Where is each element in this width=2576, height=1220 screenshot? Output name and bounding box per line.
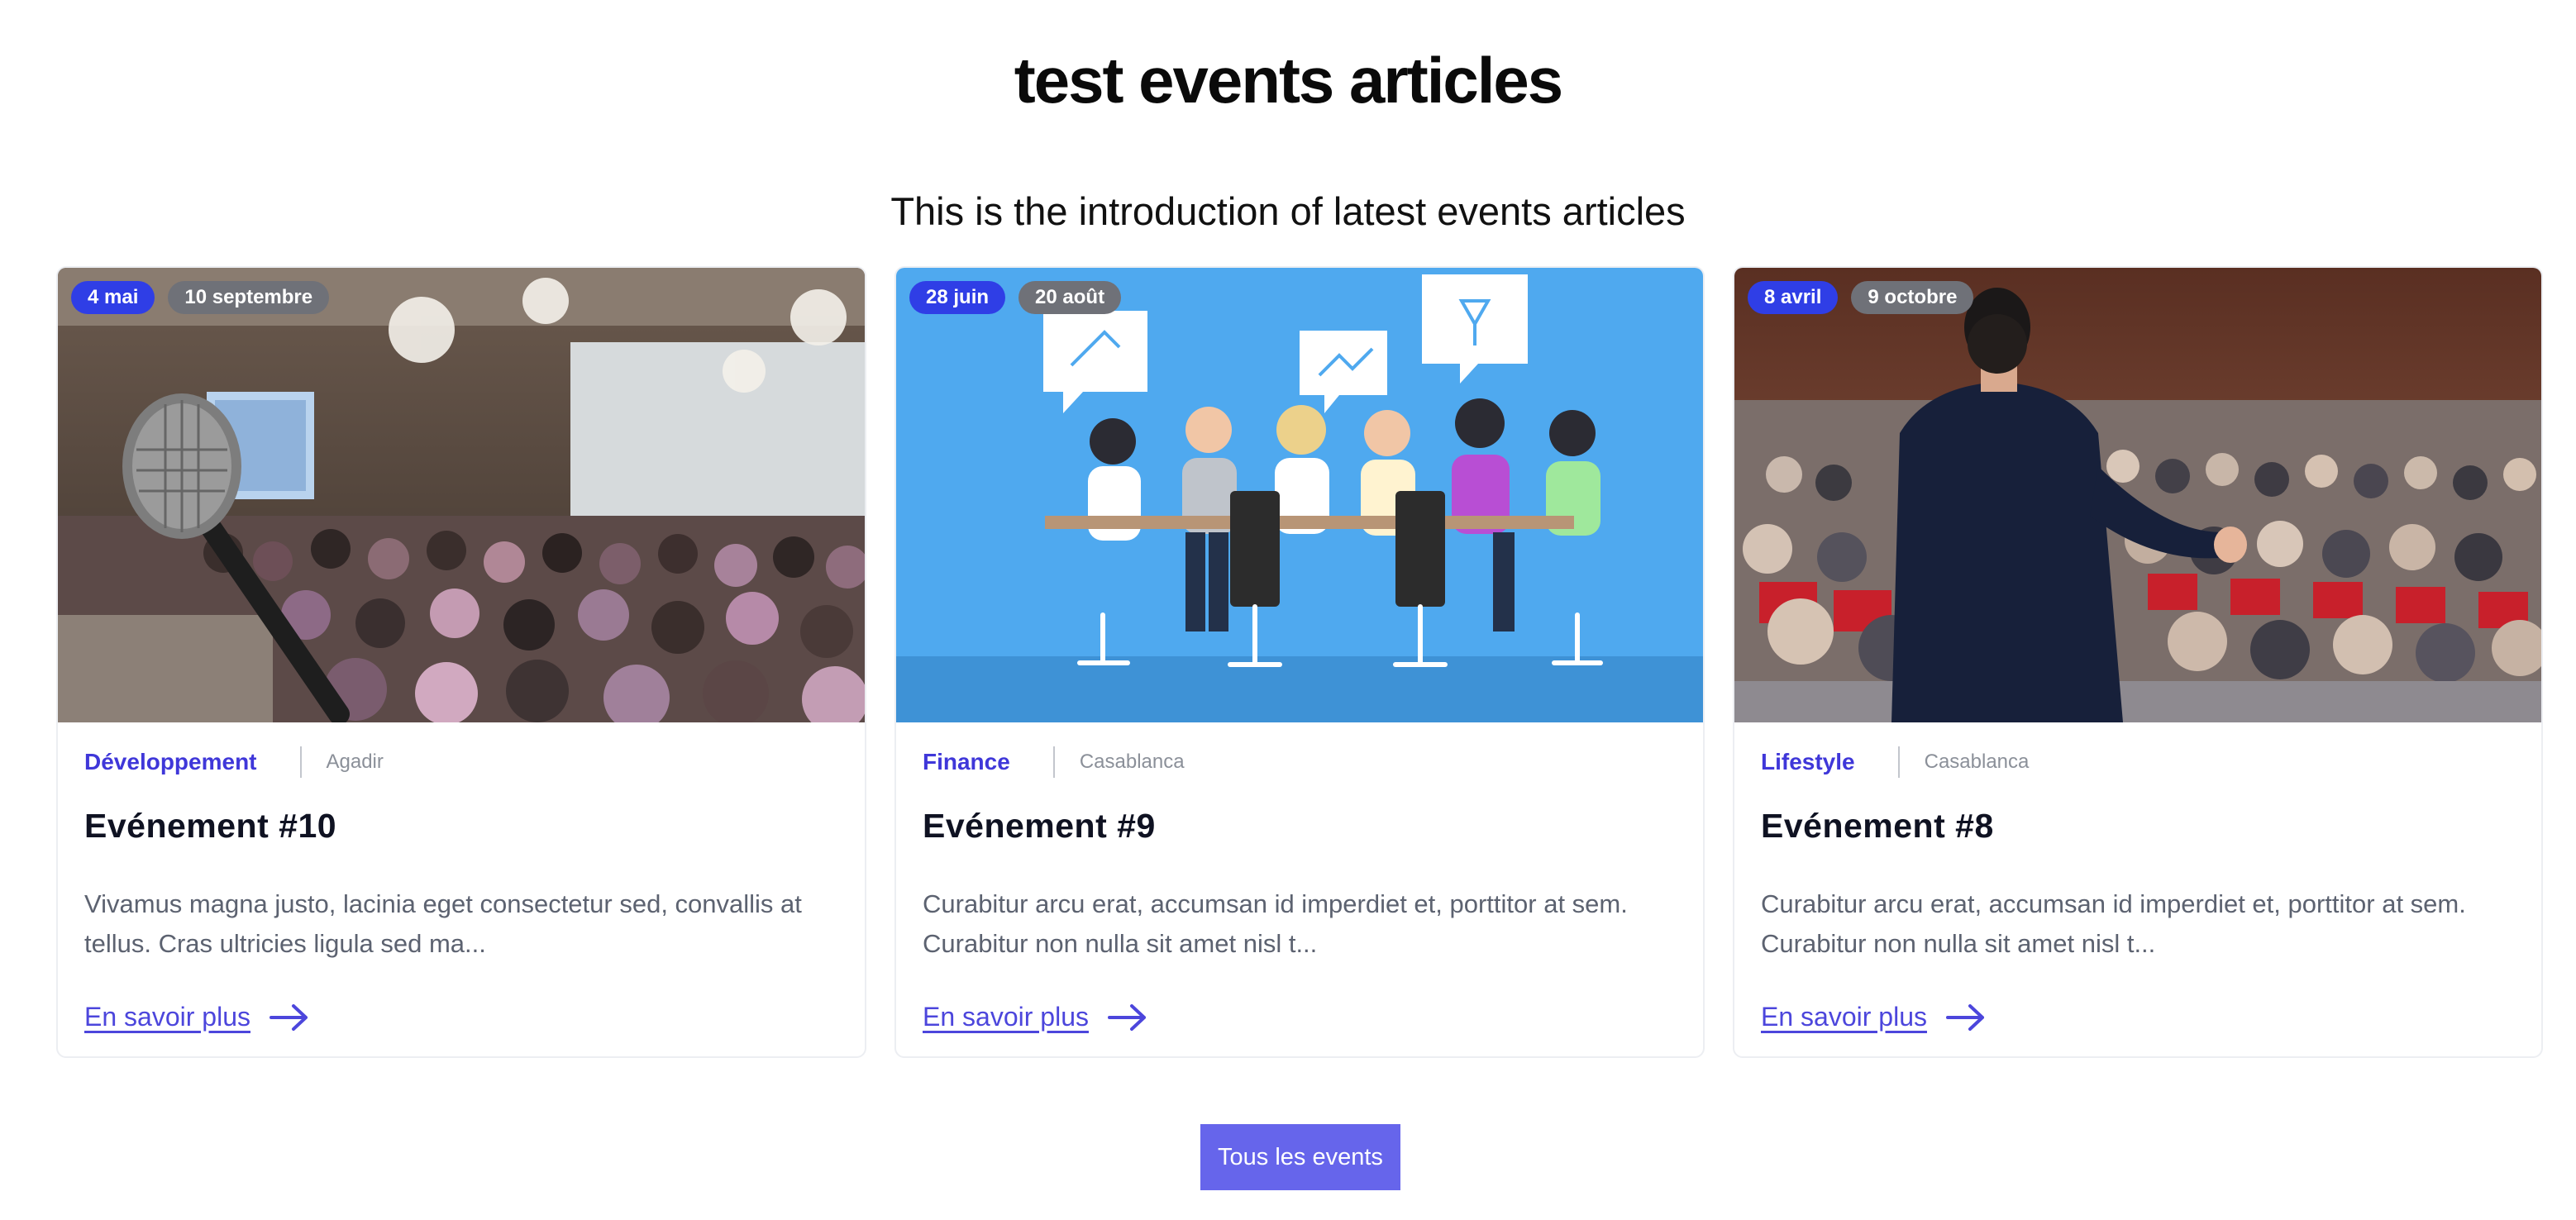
- city-label: Agadir: [326, 751, 384, 773]
- event-card: 28 juin 20 août Finance Casablanca Evéne…: [894, 266, 1705, 1058]
- arrow-right-icon: [1945, 1003, 1984, 1031]
- event-card: 8 avril 9 octobre Lifestyle Casablanca E…: [1733, 266, 2543, 1058]
- page-title: test events articles: [1014, 44, 1563, 117]
- event-excerpt: Vivamus magna justo, lacinia eget consec…: [84, 889, 802, 958]
- date-badges: 8 avril 9 octobre: [1748, 281, 1974, 314]
- end-date-badge: 9 octobre: [1851, 281, 1974, 314]
- event-excerpt: Curabitur arcu erat, accumsan id imperdi…: [1761, 889, 2466, 958]
- category-label[interactable]: Développement: [84, 749, 257, 775]
- card-meta: Lifestyle Casablanca: [1761, 746, 2029, 779]
- start-date-badge: 4 mai: [71, 281, 155, 314]
- events-card-grid: 4 mai 10 septembre Développement Agadir …: [56, 266, 2543, 1058]
- event-title[interactable]: Evénement #8: [1761, 807, 1994, 846]
- card-meta: Finance Casablanca: [923, 746, 1185, 779]
- end-date-badge: 10 septembre: [168, 281, 330, 314]
- arrow-right-icon: [1107, 1003, 1146, 1031]
- speaker-photo: [1734, 268, 2541, 722]
- conference-photo: [58, 268, 865, 722]
- meta-divider: [299, 746, 302, 778]
- all-events-button[interactable]: Tous les events: [1200, 1124, 1400, 1190]
- event-card: 4 mai 10 septembre Développement Agadir …: [56, 266, 866, 1058]
- event-title[interactable]: Evénement #10: [84, 807, 336, 846]
- section-intro: This is the introduction of latest event…: [890, 189, 1686, 233]
- arrow-right-icon: [269, 1003, 308, 1031]
- event-excerpt: Curabitur arcu erat, accumsan id imperdi…: [923, 889, 1628, 958]
- category-label[interactable]: Lifestyle: [1761, 749, 1855, 775]
- event-image-meeting[interactable]: 28 juin 20 août: [896, 268, 1703, 722]
- read-more-link[interactable]: En savoir plus: [84, 1002, 310, 1032]
- read-more-label: En savoir plus: [1761, 1002, 1927, 1032]
- date-badges: 28 juin 20 août: [909, 281, 1122, 314]
- meta-divider: [1052, 746, 1055, 778]
- date-badges: 4 mai 10 septembre: [71, 281, 330, 314]
- start-date-badge: 28 juin: [909, 281, 1006, 314]
- card-meta: Développement Agadir: [84, 746, 384, 779]
- read-more-label: En savoir plus: [84, 1002, 250, 1032]
- read-more-link[interactable]: En savoir plus: [1761, 1002, 1987, 1032]
- end-date-badge: 20 août: [1018, 281, 1122, 314]
- city-label: Casablanca: [1924, 751, 2030, 773]
- meeting-illustration: [896, 268, 1703, 722]
- event-image-conference[interactable]: 4 mai 10 septembre: [58, 268, 865, 722]
- read-more-label: En savoir plus: [923, 1002, 1089, 1032]
- read-more-link[interactable]: En savoir plus: [923, 1002, 1148, 1032]
- city-label: Casablanca: [1079, 751, 1185, 773]
- meta-divider: [1897, 746, 1900, 778]
- category-label[interactable]: Finance: [923, 749, 1010, 775]
- start-date-badge: 8 avril: [1748, 281, 1839, 314]
- event-image-speaker[interactable]: 8 avril 9 octobre: [1734, 268, 2541, 722]
- event-title[interactable]: Evénement #9: [923, 807, 1156, 846]
